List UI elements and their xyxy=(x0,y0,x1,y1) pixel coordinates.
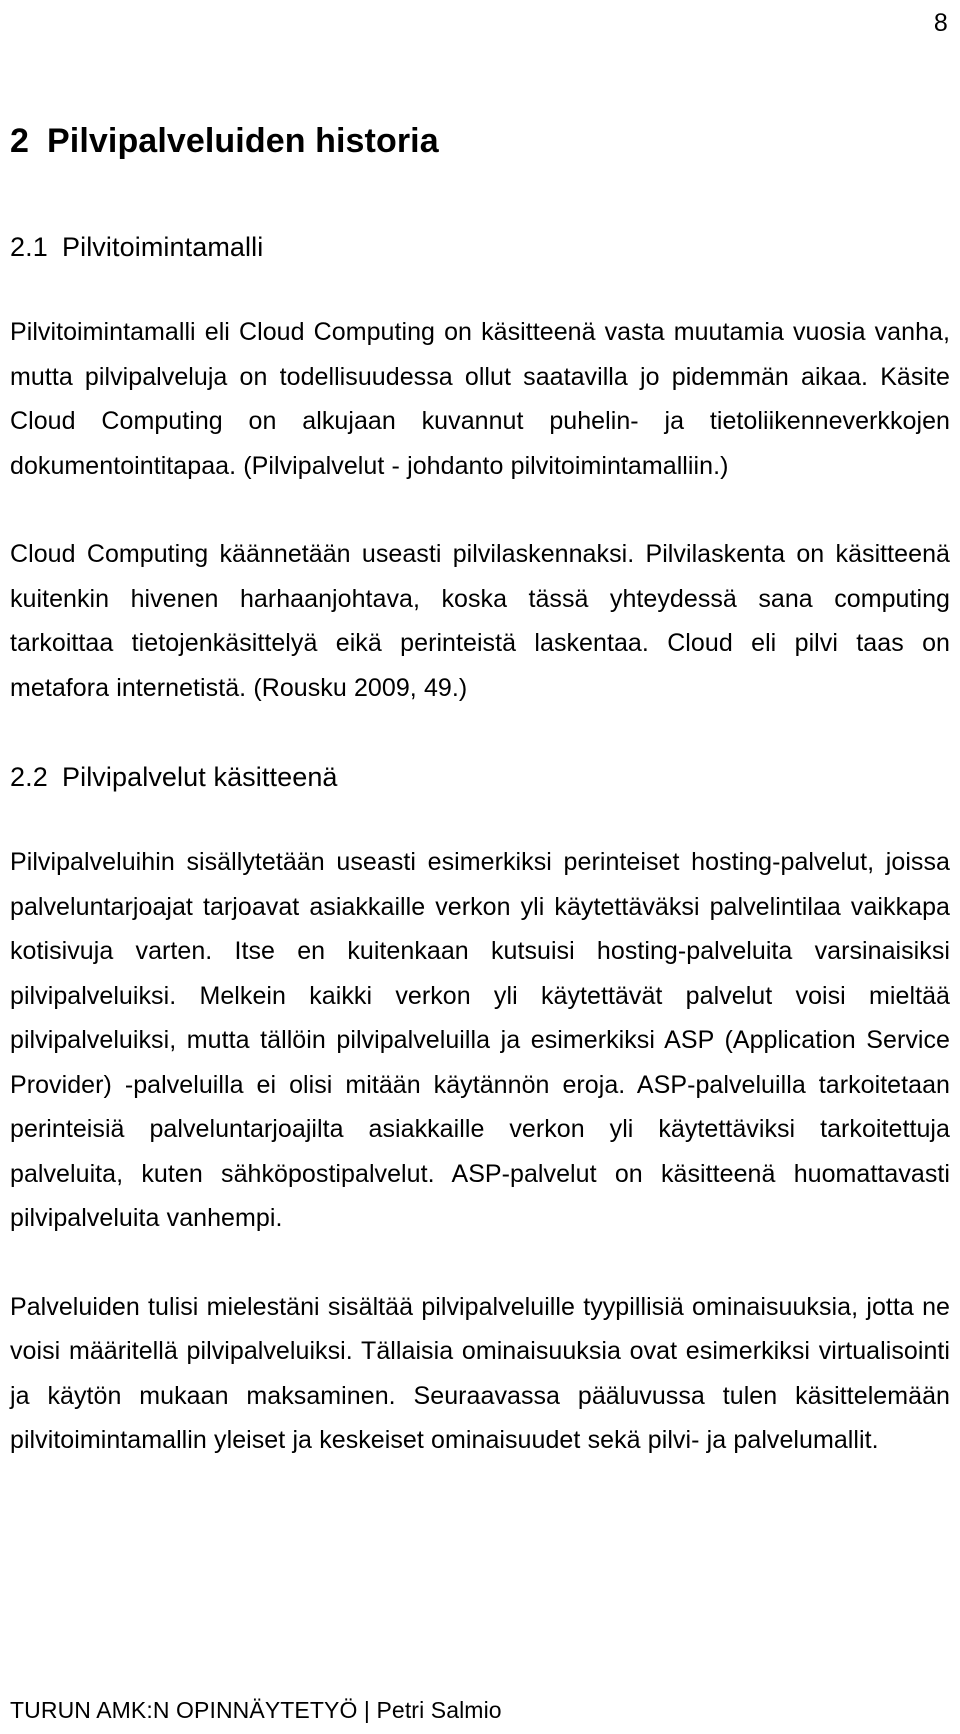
page-footer: TURUN AMK:N OPINNÄYTETYÖ | Petri Salmio xyxy=(10,1696,950,1724)
page-content: 2 Pilvipalveluiden historia 2.1 Pilvitoimi… xyxy=(10,120,950,1463)
paragraph: Palveluiden tulisi mielestäni sisältää p… xyxy=(10,1292,950,1455)
chapter-title-text: Pilvipalveluiden historia xyxy=(47,122,439,160)
section-number: 2.2 xyxy=(10,762,48,792)
paragraph: Pilvitoimintamalli eli Cloud Computing o… xyxy=(10,318,950,480)
section-heading-2-2: 2.2 Pilvipalvelut käsitteenä xyxy=(10,760,950,794)
section-title-text: Pilvitoimintamalli xyxy=(62,232,264,262)
document-page: 8 2 Pilvipalveluiden historia 2.1 Pilvitoi… xyxy=(0,0,960,1734)
paragraph: Cloud Computing käännetään useasti pilvi… xyxy=(10,540,950,702)
page-number: 8 xyxy=(933,9,948,37)
section-number: 2.1 xyxy=(10,232,48,262)
chapter-heading: 2 Pilvipalveluiden historia xyxy=(10,120,950,162)
footer-text: TURUN AMK:N OPINNÄYTETYÖ | Petri Salmio xyxy=(10,1697,502,1723)
paragraph: Pilvipalveluihin sisällytetään useasti e… xyxy=(10,848,950,1232)
section-heading-2-1: 2.1 Pilvitoimintamalli xyxy=(10,230,950,264)
chapter-number: 2 xyxy=(10,122,30,160)
section-title-text: Pilvipalvelut käsitteenä xyxy=(62,762,338,792)
